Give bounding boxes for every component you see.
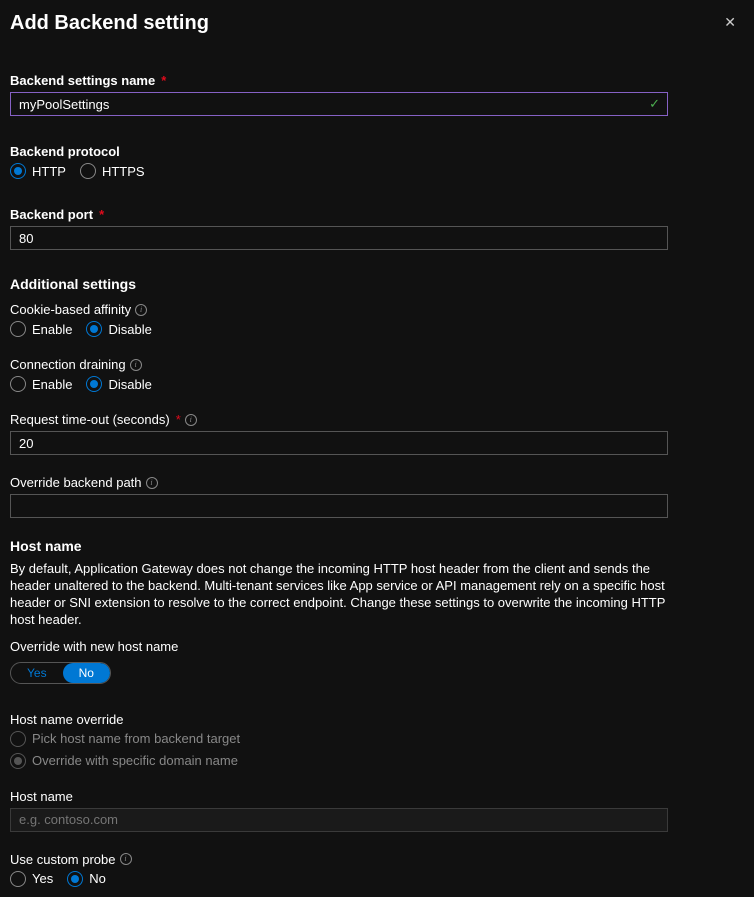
info-icon[interactable]: i xyxy=(146,477,158,489)
hostname-specific-domain-radio: Override with specific domain name xyxy=(10,753,744,769)
drain-enable-radio[interactable]: Enable xyxy=(10,376,72,392)
name-input[interactable] xyxy=(10,92,668,116)
hostname-field-label: Host name xyxy=(10,789,744,804)
probe-no-radio[interactable]: No xyxy=(67,871,106,887)
hostname-title: Host name xyxy=(10,538,744,554)
info-icon[interactable]: i xyxy=(185,414,197,426)
override-path-input[interactable] xyxy=(10,494,668,518)
probe-yes-radio[interactable]: Yes xyxy=(10,871,53,887)
hostname-pick-backend-radio: Pick host name from backend target xyxy=(10,731,744,747)
name-label: Backend settings name* xyxy=(10,73,744,88)
protocol-http-radio[interactable]: HTTP xyxy=(10,163,66,179)
timeout-input[interactable] xyxy=(10,431,668,455)
check-icon: ✓ xyxy=(649,96,660,112)
connection-draining-label: Connection draining i xyxy=(10,357,744,372)
cookie-disable-radio[interactable]: Disable xyxy=(86,321,151,337)
additional-settings-title: Additional settings xyxy=(10,276,744,292)
timeout-label: Request time-out (seconds)* i xyxy=(10,412,744,427)
info-icon[interactable]: i xyxy=(135,304,147,316)
override-hostname-yes[interactable]: Yes xyxy=(11,663,63,683)
port-label: Backend port* xyxy=(10,207,744,222)
protocol-https-radio[interactable]: HTTPS xyxy=(80,163,145,179)
cookie-enable-radio[interactable]: Enable xyxy=(10,321,72,337)
custom-probe-label: Use custom probe i xyxy=(10,852,744,867)
protocol-label: Backend protocol xyxy=(10,144,744,159)
override-new-hostname-label: Override with new host name xyxy=(10,639,744,654)
override-path-label: Override backend path i xyxy=(10,475,744,490)
hostname-input xyxy=(10,808,668,832)
info-icon[interactable]: i xyxy=(120,853,132,865)
override-hostname-no[interactable]: No xyxy=(63,663,110,683)
hostname-override-label: Host name override xyxy=(10,712,744,727)
port-input[interactable] xyxy=(10,226,668,250)
override-hostname-toggle[interactable]: Yes No xyxy=(10,662,111,684)
hostname-description: By default, Application Gateway does not… xyxy=(10,560,668,629)
cookie-affinity-label: Cookie-based affinity i xyxy=(10,302,744,317)
page-title: Add Backend setting xyxy=(10,12,209,35)
close-icon[interactable]: ✕ xyxy=(716,12,744,33)
drain-disable-radio[interactable]: Disable xyxy=(86,376,151,392)
info-icon[interactable]: i xyxy=(130,359,142,371)
